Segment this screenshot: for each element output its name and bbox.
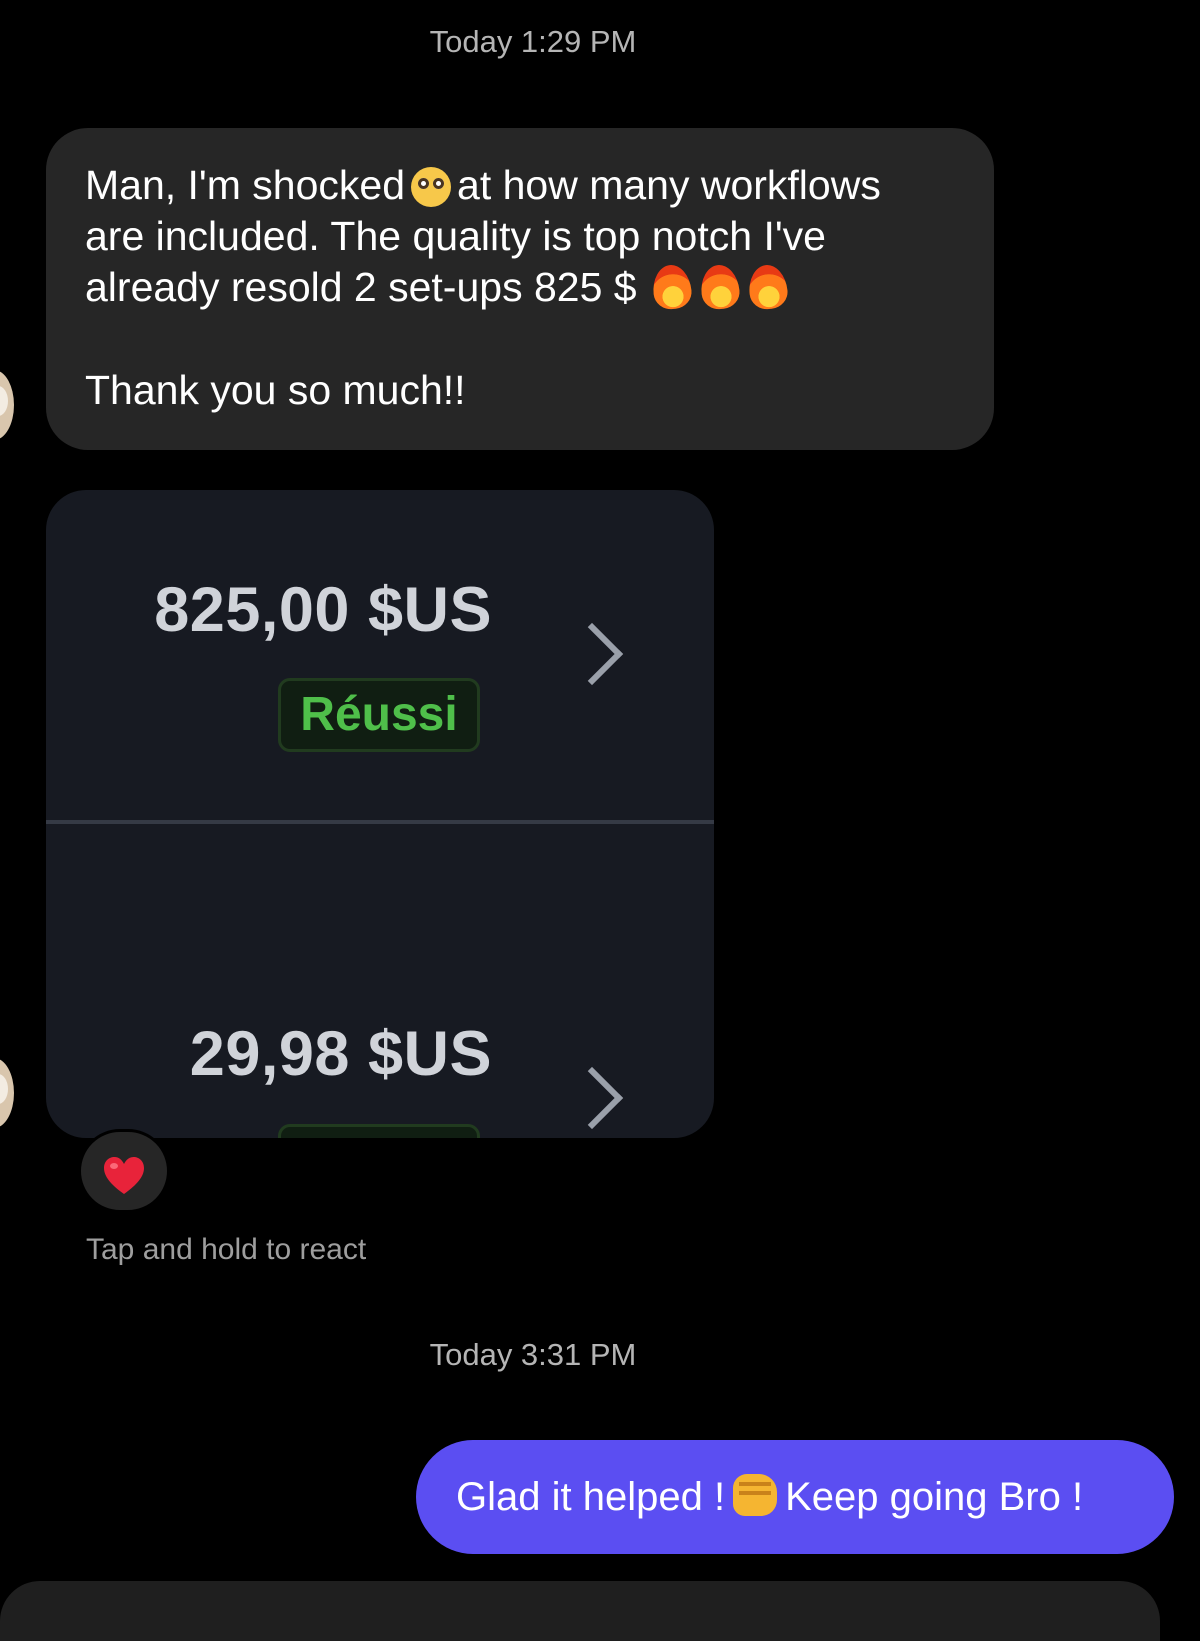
transaction-amount: 29,98 $US (189, 1019, 492, 1089)
status-badge-partial (278, 1124, 480, 1138)
fire-emoji-icon (746, 263, 790, 311)
status-badge: Réussi (278, 678, 480, 752)
sent-message-bubble[interactable]: Glad it helped ! Keep going Bro ! (416, 1440, 1174, 1554)
oncoming-fist-emoji-icon (733, 1474, 778, 1516)
chevron-right-icon (560, 622, 624, 686)
timestamp: Today 1:29 PM (429, 24, 637, 59)
transaction-amount: 825,00 $US (154, 575, 492, 645)
divider (46, 820, 714, 824)
message-line-4: Thank you so much!! (85, 367, 466, 413)
react-hint: Tap and hold to react (86, 1233, 367, 1266)
message-text: Keep going Bro ! (785, 1475, 1084, 1519)
chevron-right-icon (560, 1066, 624, 1130)
message-text: at how many workflows (457, 162, 881, 208)
message-line-3: already resold 2 set-ups 825 $ (85, 262, 956, 313)
message-text: Glad it helped ! (456, 1475, 726, 1519)
message-line-1: Man, I'm shocked at how many workflows (85, 160, 956, 211)
message-line-2: are included. The quality is top notch I… (85, 213, 826, 259)
reaction-pill[interactable] (78, 1129, 170, 1213)
sender-avatar[interactable] (0, 370, 14, 440)
received-message-bubble[interactable]: Man, I'm shocked at how many workflows ar… (46, 128, 994, 450)
red-heart-emoji-icon (104, 1157, 144, 1194)
sender-avatar[interactable] (0, 1058, 14, 1128)
fire-emoji-icon (650, 263, 694, 311)
timestamp: Today 3:31 PM (429, 1337, 637, 1372)
screenshot-attachment[interactable]: 825,00 $US Réussi 29,98 $US (46, 490, 714, 1138)
message-text: Man, I'm shocked (85, 162, 406, 208)
message-text: already resold 2 set-ups 825 $ (85, 264, 637, 310)
fire-emoji-icon (698, 263, 742, 311)
flushed-face-emoji-icon (411, 167, 452, 207)
message-composer-edge[interactable] (0, 1581, 1160, 1641)
